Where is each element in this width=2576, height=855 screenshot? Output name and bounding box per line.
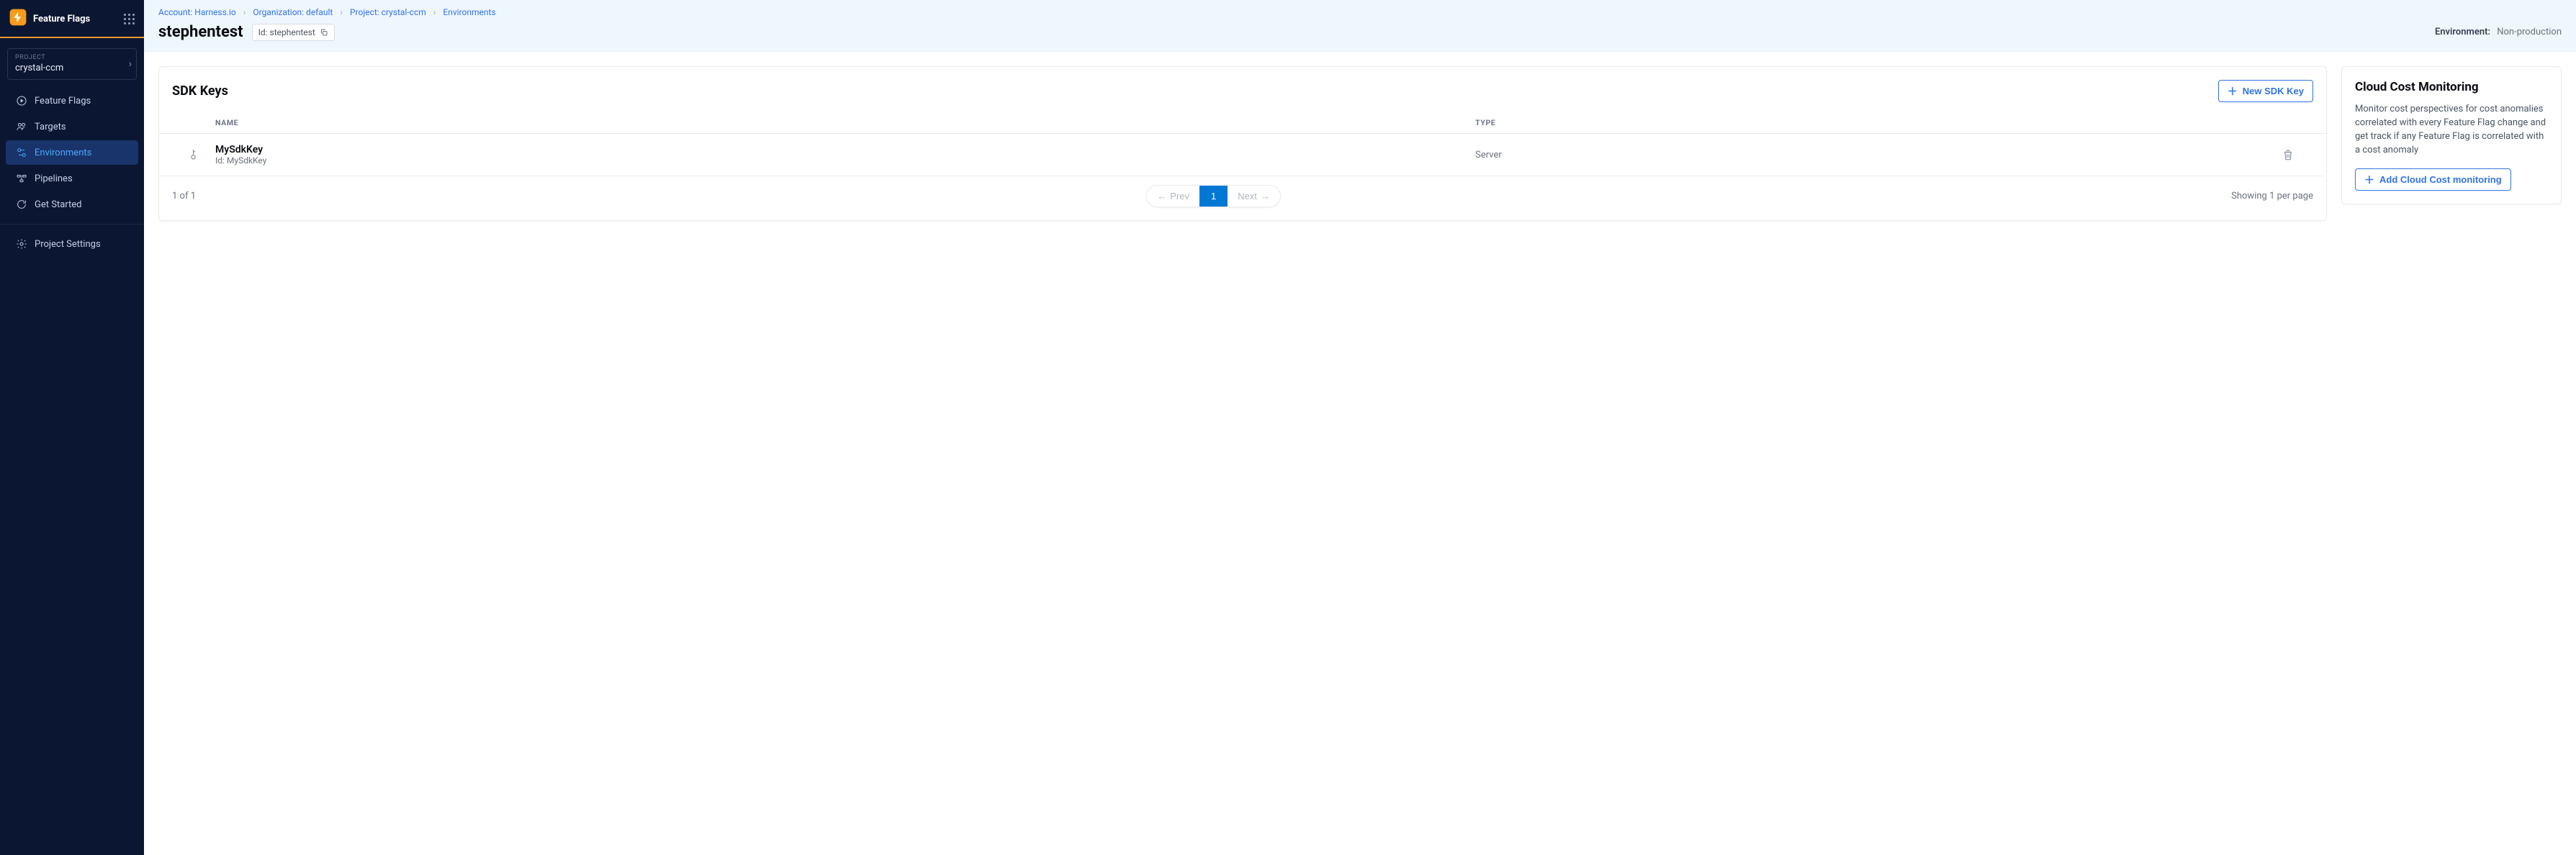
button-label: New SDK Key xyxy=(2243,86,2304,96)
page-summary: 1 of 1 xyxy=(172,191,196,202)
environments-icon xyxy=(16,147,27,158)
nav-environments[interactable]: Environments xyxy=(6,140,138,165)
row-key-id: Id: MySdkKey xyxy=(215,155,1475,166)
chevron-right-icon: › xyxy=(433,7,436,17)
nav-project-settings[interactable]: Project Settings xyxy=(6,232,138,256)
breadcrumb-organization[interactable]: Organization: default xyxy=(253,7,333,17)
project-label: PROJECT xyxy=(15,54,130,61)
refresh-icon xyxy=(16,199,27,210)
project-selector[interactable]: PROJECT crystal-ccm › xyxy=(7,48,137,80)
apps-launcher-icon[interactable] xyxy=(122,12,135,25)
nav-feature-flags[interactable]: Feature Flags xyxy=(6,89,138,113)
chevron-right-icon: › xyxy=(129,58,132,70)
add-cloud-cost-button[interactable]: ＋ Add Cloud Cost monitoring xyxy=(2355,168,2511,191)
page-title: stephentest xyxy=(158,23,243,41)
nav-item-label: Environments xyxy=(35,148,91,158)
sdk-keys-card: SDK Keys ＋ New SDK Key NAME TYPE xyxy=(158,66,2327,221)
people-icon xyxy=(16,121,27,132)
row-key-type: Server xyxy=(1475,144,2263,166)
chevron-right-icon: › xyxy=(243,7,246,17)
brand[interactable]: Feature Flags xyxy=(9,8,90,30)
delete-key-button[interactable] xyxy=(2263,143,2313,166)
flag-icon xyxy=(16,95,27,107)
gear-icon xyxy=(16,238,27,250)
pipelines-icon xyxy=(16,173,27,184)
sdk-keys-table: NAME TYPE MySdkKey Id: MySdkKey Server xyxy=(159,112,2326,176)
plus-icon: ＋ xyxy=(2228,86,2238,96)
title-row: stephentest Id: stephentest Environment:… xyxy=(144,17,2576,51)
main: Account: Harness.io › Organization: defa… xyxy=(144,0,2576,855)
id-chip-text: Id: stephentest xyxy=(258,27,315,37)
harness-logo-icon xyxy=(9,8,27,30)
prev-button[interactable]: ← Prev xyxy=(1147,186,1199,207)
key-icon xyxy=(172,143,215,166)
plus-icon: ＋ xyxy=(2364,175,2374,185)
nav-item-label: Project Settings xyxy=(35,239,101,250)
button-label: Next xyxy=(1238,191,1257,202)
environment-label: Environment: xyxy=(2435,27,2490,37)
table-header: NAME TYPE xyxy=(159,112,2326,134)
nav-item-label: Get Started xyxy=(35,199,81,210)
breadcrumb-account[interactable]: Account: Harness.io xyxy=(158,7,236,17)
nav-get-started[interactable]: Get Started xyxy=(6,192,138,217)
button-label: Prev xyxy=(1170,191,1189,202)
nav: Feature Flags Targets Environments Pipel… xyxy=(0,89,144,258)
showing-text: Showing 1 per page xyxy=(2231,191,2313,202)
environment-value: Non-production xyxy=(2497,27,2562,37)
nav-targets[interactable]: Targets xyxy=(6,114,138,139)
brand-label: Feature Flags xyxy=(33,14,90,24)
nav-pipelines[interactable]: Pipelines xyxy=(6,166,138,191)
new-sdk-key-button[interactable]: ＋ New SDK Key xyxy=(2218,80,2313,102)
table-row[interactable]: MySdkKey Id: MySdkKey Server xyxy=(159,134,2326,176)
col-type-header: TYPE xyxy=(1475,112,2263,133)
col-name-header: NAME xyxy=(215,112,1475,133)
nav-divider xyxy=(0,224,144,225)
project-name: crystal-ccm xyxy=(15,63,130,73)
cloud-cost-title: Cloud Cost Monitoring xyxy=(2355,80,2548,94)
sdk-keys-title: SDK Keys xyxy=(172,83,228,99)
breadcrumb-project[interactable]: Project: crystal-ccm xyxy=(350,7,426,17)
cloud-cost-card: Cloud Cost Monitoring Monitor cost persp… xyxy=(2341,66,2562,204)
copy-icon xyxy=(320,28,328,37)
environment-info: Environment: Non-production xyxy=(2435,27,2562,37)
page-header: Account: Harness.io › Organization: defa… xyxy=(144,0,2576,52)
button-label: Add Cloud Cost monitoring xyxy=(2379,174,2502,185)
pager: ← Prev 1 Next → xyxy=(1146,185,1281,207)
sidebar-header: Feature Flags xyxy=(0,0,144,38)
breadcrumb: Account: Harness.io › Organization: defa… xyxy=(144,0,2576,17)
next-button[interactable]: Next → xyxy=(1228,186,1280,207)
nav-item-label: Targets xyxy=(35,122,66,132)
nav-item-label: Pipelines xyxy=(35,173,73,184)
id-chip[interactable]: Id: stephentest xyxy=(252,24,335,41)
page-number-button[interactable]: 1 xyxy=(1199,186,1228,207)
arrow-right-icon: → xyxy=(1261,191,1270,202)
cloud-cost-description: Monitor cost perspectives for cost anoma… xyxy=(2355,103,2548,157)
sidebar: Feature Flags PROJECT crystal-ccm › Feat… xyxy=(0,0,144,855)
nav-item-label: Feature Flags xyxy=(35,96,91,107)
arrow-left-icon: ← xyxy=(1157,191,1166,202)
breadcrumb-environments[interactable]: Environments xyxy=(443,7,495,17)
row-key-name: MySdkKey xyxy=(215,144,1475,155)
content: SDK Keys ＋ New SDK Key NAME TYPE xyxy=(144,52,2576,235)
chevron-right-icon: › xyxy=(340,7,343,17)
pagination-row: 1 of 1 ← Prev 1 Next → Showing 1 per pag… xyxy=(159,176,2326,220)
